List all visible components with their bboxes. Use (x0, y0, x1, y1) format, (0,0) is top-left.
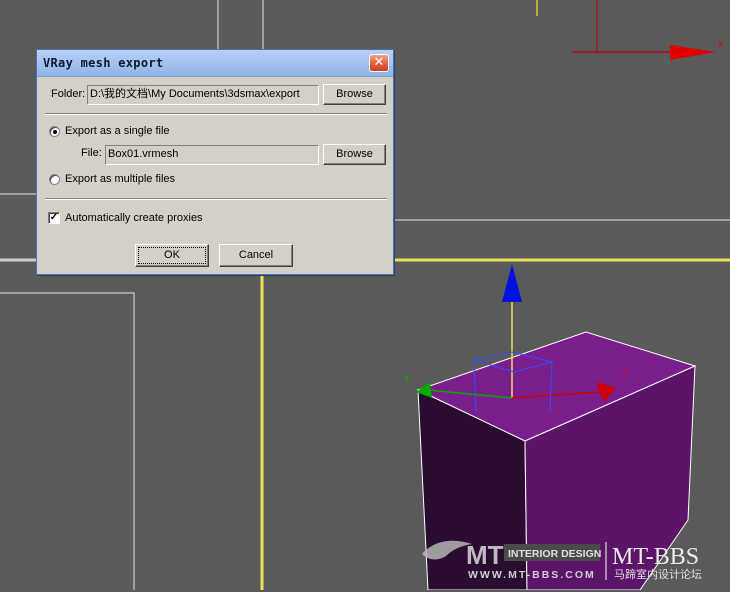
proxies-label[interactable]: Automatically create proxies (65, 212, 203, 224)
top-axis-gizmo: x (536, 0, 724, 60)
brand-badge: INTERIOR DESIGN (508, 548, 601, 560)
file-browse-button[interactable]: Browse (323, 144, 386, 165)
close-icon: ✕ (373, 55, 385, 70)
folder-field[interactable]: D:\我的文档\My Documents\3dsmax\export (87, 85, 319, 105)
separator (45, 113, 387, 115)
watermark-chinese: 马蹄室内设计论坛 (614, 567, 702, 581)
file-label: File: (81, 147, 102, 159)
watermark-url: WWW.MT-BBS.COM (468, 569, 596, 581)
proxies-checkbox[interactable]: ✓ (48, 212, 60, 224)
dialog-titlebar[interactable]: VRay mesh export ✕ (37, 50, 393, 77)
watermark-logo: MT INTERIOR DESIGN MT-BBS WWW.MT-BBS.COM… (422, 540, 702, 581)
file-field[interactable]: Box01.vrmesh (105, 145, 319, 165)
horse-icon (422, 540, 472, 560)
single-file-label[interactable]: Export as a single file (65, 125, 170, 137)
ok-button[interactable]: OK (135, 244, 209, 267)
brand-left: MT (466, 540, 504, 570)
folder-label: Folder: (51, 88, 86, 100)
multiple-files-radio[interactable] (49, 174, 60, 185)
single-file-radio[interactable] (49, 126, 60, 137)
svg-text:x: x (622, 369, 628, 379)
watermark: MT INTERIOR DESIGN MT-BBS WWW.MT-BBS.COM… (420, 536, 725, 588)
brand-right: MT-BBS (612, 544, 699, 570)
svg-text:x: x (718, 40, 724, 50)
close-button[interactable]: ✕ (369, 54, 389, 72)
folder-browse-button[interactable]: Browse (323, 84, 386, 105)
svg-text:y: y (404, 373, 410, 383)
multiple-files-label[interactable]: Export as multiple files (65, 173, 175, 185)
cancel-button[interactable]: Cancel (219, 244, 293, 267)
separator (45, 198, 387, 200)
dialog-title: VRay mesh export (43, 56, 164, 70)
vray-mesh-export-dialog: VRay mesh export ✕ Folder: D:\我的文档\My Do… (36, 49, 394, 275)
check-icon: ✓ (49, 212, 59, 223)
